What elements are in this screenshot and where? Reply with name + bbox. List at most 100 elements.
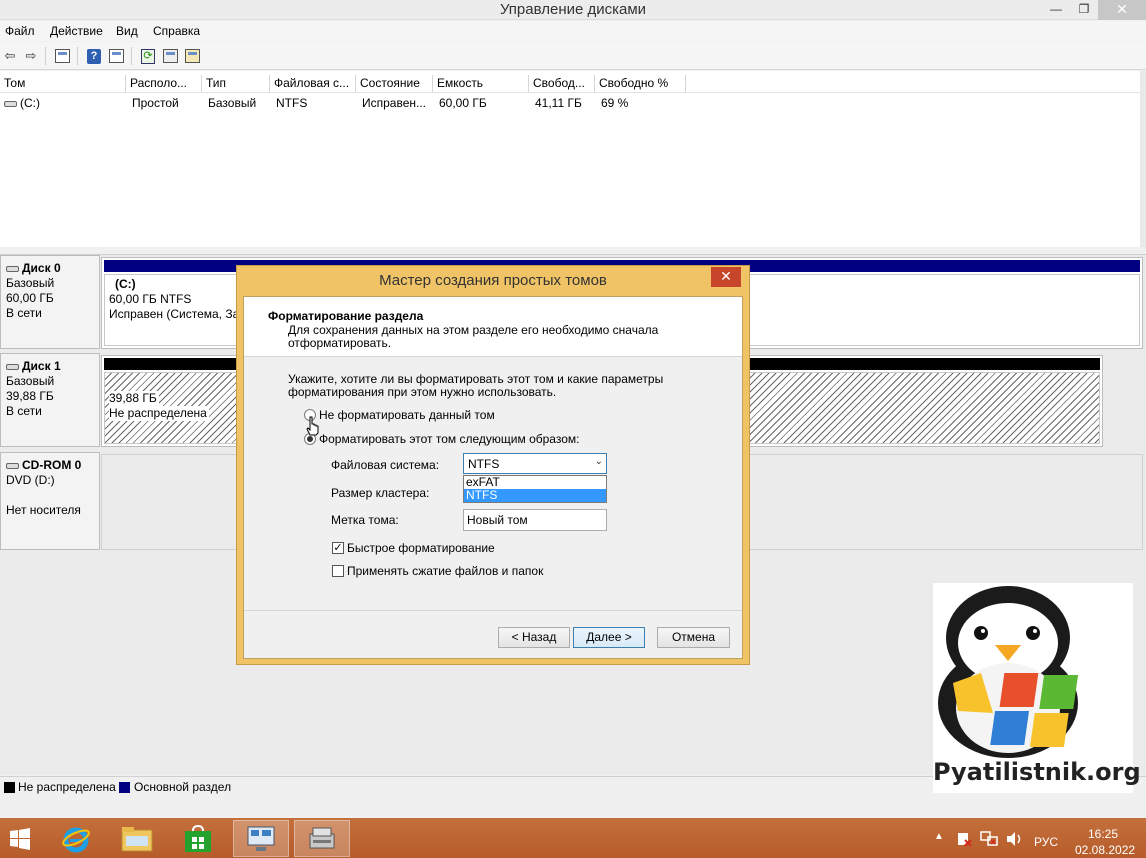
wizard-header: Форматирование раздела Для сохранения да…	[244, 297, 742, 357]
disk-icon	[6, 265, 19, 272]
properties-icon[interactable]	[160, 46, 180, 66]
compression-checkbox[interactable]	[332, 565, 344, 577]
start-button[interactable]	[0, 820, 40, 857]
column-header-capacity[interactable]: Емкость	[433, 75, 529, 92]
legend-swatch-primary	[119, 782, 130, 793]
toolbar-separator	[131, 47, 132, 65]
penguin-logo-icon	[938, 586, 1079, 758]
label-format[interactable]: Форматировать этот том следующим образом…	[319, 432, 579, 446]
label-no-format[interactable]: Не форматировать данный том	[319, 408, 495, 422]
clock-date[interactable]: 02.08.2022	[1075, 843, 1135, 857]
drive-icon	[4, 100, 17, 107]
cell-filesystem: NTFS	[276, 96, 308, 110]
wizard-subheading: Для сохранения данных на этом разделе ег…	[288, 323, 659, 350]
cell-type: Базовый	[208, 96, 257, 110]
taskbar-computer-management[interactable]	[233, 820, 289, 857]
disk-management-icon	[309, 827, 335, 848]
column-header-filesystem[interactable]: Файловая с...	[270, 75, 356, 92]
dialog-close-button[interactable]: ✕	[711, 267, 741, 287]
logo-text: Pyatilistnik.org	[933, 758, 1141, 786]
menu-help[interactable]: Справка	[153, 24, 200, 38]
dialog-title: Мастер создания простых томов	[379, 272, 607, 289]
toolbar-separator	[77, 47, 78, 65]
cancel-button[interactable]: Отмена	[657, 627, 730, 648]
quick-format-checkbox[interactable]: ✓	[332, 542, 344, 554]
filesystem-select[interactable]: NTFS ⌄	[463, 453, 607, 474]
filesystem-label: Файловая система:	[331, 458, 440, 472]
column-header-type[interactable]: Тип	[202, 75, 270, 92]
column-header-layout[interactable]: Располо...	[126, 75, 202, 92]
column-header-status[interactable]: Состояние	[356, 75, 433, 92]
action-center-icon[interactable]	[956, 831, 972, 847]
back-arrow-icon[interactable]: ⇦	[0, 46, 20, 66]
cell-status: Исправен...	[362, 96, 427, 110]
rescan-disks-icon[interactable]	[182, 46, 202, 66]
menu-file[interactable]: Файл	[5, 24, 35, 38]
toolbar-separator	[45, 47, 46, 65]
clock-time[interactable]: 16:25	[1088, 827, 1118, 841]
taskbar: ▲ РУС 16:25 02.08.2022	[0, 818, 1146, 858]
taskbar-disk-management[interactable]	[294, 820, 350, 857]
chevron-down-icon: ⌄	[594, 456, 603, 467]
new-simple-volume-wizard: Мастер создания простых томов ✕ Форматир…	[236, 265, 750, 665]
console-tree-icon[interactable]	[52, 46, 72, 66]
volume-label-input[interactable]: Новый том	[463, 509, 607, 531]
close-button[interactable]: ✕	[1098, 0, 1146, 20]
volume-speaker-icon[interactable]	[1006, 831, 1024, 847]
input-language-indicator[interactable]: РУС	[1034, 835, 1058, 849]
wizard-heading: Форматирование раздела	[268, 309, 424, 323]
filesystem-option-ntfs[interactable]: NTFS	[464, 489, 606, 502]
legend-swatch-unallocated	[4, 782, 15, 793]
menu-view[interactable]: Вид	[116, 24, 138, 38]
windows-logo-icon	[10, 827, 30, 850]
menu-bar: Файл Действие Вид Справка	[0, 21, 1146, 41]
taskbar-file-explorer[interactable]	[109, 820, 165, 857]
dialog-separator	[244, 610, 742, 611]
cell-volume: (C:)	[4, 96, 40, 110]
minimize-button[interactable]: —	[1043, 0, 1069, 20]
menu-action[interactable]: Действие	[50, 24, 103, 38]
cell-capacity: 60,00 ГБ	[439, 96, 487, 110]
restore-button[interactable]: ❐	[1071, 0, 1097, 20]
disk-0-label[interactable]: Диск 0 Базовый 60,00 ГБ В сети	[0, 255, 100, 349]
cell-free: 41,11 ГБ	[535, 96, 582, 110]
window-title: Управление дисками	[499, 1, 647, 18]
cluster-size-label: Размер кластера:	[331, 486, 430, 500]
volume-list: Том Располо... Тип Файловая с... Состоян…	[0, 71, 1146, 247]
folder-icon	[121, 826, 153, 851]
taskbar-internet-explorer[interactable]	[48, 820, 104, 857]
cdrom-icon	[6, 462, 19, 469]
column-header-free-percent[interactable]: Свободно %	[595, 75, 686, 92]
next-button[interactable]: Далее >	[573, 627, 645, 648]
disk-icon	[6, 363, 19, 370]
show-hidden-icons-chevron-icon[interactable]: ▲	[934, 831, 944, 842]
cdrom-0-label[interactable]: CD-ROM 0 DVD (D:) Нет носителя	[0, 452, 100, 550]
wizard-instructions: Укажите, хотите ли вы форматировать этот…	[288, 372, 664, 399]
volume-label-label: Метка тома:	[331, 513, 399, 527]
refresh-icon[interactable]: ⟳	[138, 46, 158, 66]
legend-label-primary: Основной раздел	[134, 780, 232, 794]
volume-list-header: Том Располо... Тип Файловая с... Состоян…	[0, 71, 1146, 93]
internet-explorer-icon	[62, 827, 90, 852]
store-icon	[185, 824, 211, 852]
taskbar-store[interactable]	[170, 820, 226, 857]
column-header-volume[interactable]: Том	[0, 75, 126, 92]
column-header-free[interactable]: Свобод...	[529, 75, 595, 92]
cell-layout: Простой	[132, 96, 179, 110]
window-titlebar: Управление дисками — ❐ ✕	[0, 0, 1146, 20]
pyatilistnik-logo: Pyatilistnik.org	[933, 583, 1141, 793]
network-icon[interactable]	[980, 831, 998, 847]
compression-label[interactable]: Применять сжатие файлов и папок	[347, 564, 543, 578]
show-hide-pane-icon[interactable]	[106, 46, 126, 66]
back-button[interactable]: < Назад	[498, 627, 570, 648]
help-icon[interactable]: ?	[84, 46, 104, 66]
dialog-body: Форматирование раздела Для сохранения да…	[243, 296, 743, 659]
quick-format-label[interactable]: Быстрое форматирование	[347, 541, 495, 555]
disk-1-label[interactable]: Диск 1 Базовый 39,88 ГБ В сети	[0, 353, 100, 447]
hand-cursor-icon	[306, 416, 319, 436]
filesystem-dropdown-list: exFAT NTFS	[463, 475, 607, 503]
pane-splitter[interactable]	[0, 247, 1146, 255]
vertical-scrollbar[interactable]	[1140, 71, 1146, 247]
toolbar: ⇦ ⇨ ? ⟳	[0, 42, 1146, 70]
forward-arrow-icon[interactable]: ⇨	[21, 46, 41, 66]
